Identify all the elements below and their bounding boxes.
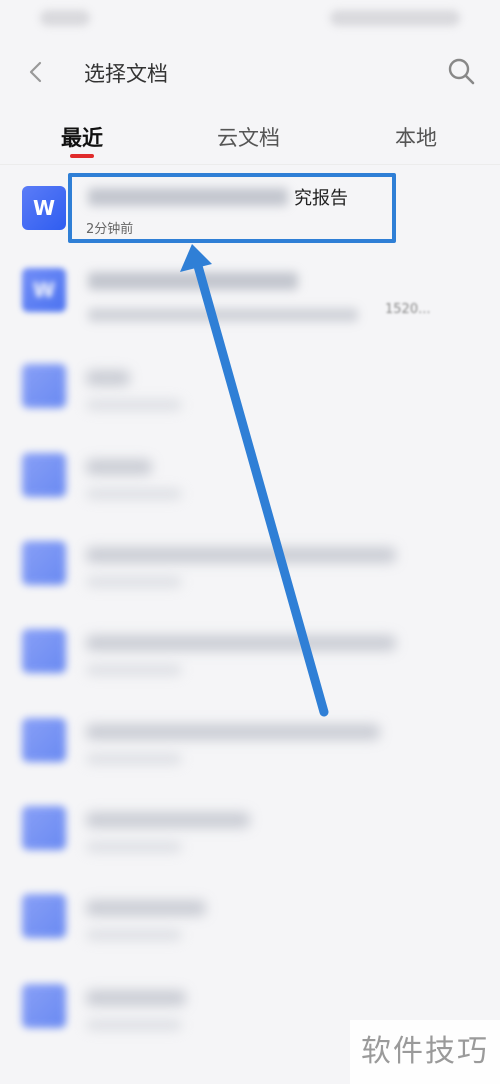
tab-cloud-docs[interactable]: 云文档	[217, 122, 280, 152]
word-document-icon	[22, 984, 66, 1028]
doc-meta-suffix: 1520...	[385, 302, 431, 317]
word-document-icon	[22, 806, 66, 850]
search-icon[interactable]	[446, 56, 476, 86]
tab-recent[interactable]: 最近	[61, 122, 103, 152]
redacted-meta	[88, 308, 358, 322]
list-item[interactable]: W 1520...	[0, 248, 500, 336]
word-document-icon	[22, 453, 66, 497]
highlight-box	[68, 173, 396, 243]
word-document-icon	[22, 541, 66, 585]
word-document-icon	[22, 629, 66, 673]
word-document-icon	[22, 364, 66, 408]
word-document-icon	[22, 718, 66, 762]
redacted-title	[88, 272, 298, 290]
page-title: 选择文档	[84, 62, 168, 86]
word-document-icon: W	[22, 186, 66, 230]
list-item[interactable]	[0, 521, 500, 609]
status-time-blurred	[40, 10, 90, 26]
list-item[interactable]	[0, 874, 500, 962]
list-item[interactable]	[0, 344, 500, 432]
list-item[interactable]	[0, 698, 500, 786]
word-document-icon	[22, 894, 66, 938]
watermark: 软件技巧	[350, 1020, 500, 1084]
list-item[interactable]	[0, 609, 500, 697]
list-item[interactable]	[0, 433, 500, 521]
header: 选择文档	[0, 44, 500, 100]
word-document-icon: W	[22, 268, 66, 312]
tab-local[interactable]: 本地	[395, 122, 437, 152]
list-item[interactable]	[0, 786, 500, 874]
active-tab-indicator	[70, 154, 94, 158]
status-icons-blurred	[330, 10, 460, 26]
status-bar	[0, 0, 500, 40]
chevron-left-icon[interactable]	[22, 58, 50, 86]
